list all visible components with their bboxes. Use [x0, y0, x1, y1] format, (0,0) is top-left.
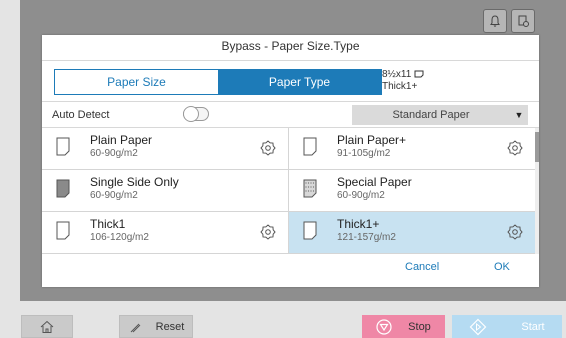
paper-type-name: Plain Paper	[90, 133, 153, 147]
plain-paper-icon	[56, 137, 70, 156]
auto-detect-toggle[interactable]	[183, 106, 209, 122]
plain-paper-icon	[56, 221, 70, 240]
divider	[42, 60, 539, 61]
stop-icon	[376, 318, 392, 335]
paper-type-name: Plain Paper+	[337, 133, 407, 147]
scrollbar-thumb[interactable]	[535, 132, 539, 162]
summary-type: Thick1+	[382, 81, 418, 92]
grid-divider	[288, 128, 289, 254]
gear-icon[interactable]	[507, 140, 523, 156]
ok-button[interactable]: OK	[494, 261, 510, 273]
top-right-toolbar	[475, 9, 565, 34]
paper-weight: 60-90g/m2	[90, 148, 138, 159]
gear-icon[interactable]	[260, 140, 276, 156]
start-button[interactable]: Start	[452, 315, 562, 338]
left-margin	[0, 0, 20, 301]
dropdown-value: Standard Paper	[392, 109, 470, 121]
tab-paper-size[interactable]: Paper Size	[55, 70, 218, 94]
tab-paper-type[interactable]: Paper Type	[218, 70, 381, 94]
paper-type-name: Single Side Only	[90, 175, 179, 189]
paper-type-dialog: Bypass - Paper Size.Type Paper Size Pape…	[42, 35, 539, 287]
paper-orientation-icon	[414, 70, 424, 78]
plain-paper-icon	[303, 221, 317, 240]
current-setting-summary: 8½x11 Thick1+	[382, 69, 424, 93]
start-label: Start	[521, 320, 545, 333]
auto-detect-label: Auto Detect	[52, 109, 110, 121]
paper-type-option[interactable]: Thick1+ 121-157g/m2	[289, 212, 535, 254]
paper-weight: 60-90g/m2	[90, 190, 138, 201]
summary-size: 8½x11	[382, 69, 412, 80]
paper-type-option[interactable]: Special Paper 60-90g/m2	[289, 170, 535, 212]
job-status-icon[interactable]	[511, 9, 535, 33]
start-icon	[470, 318, 487, 335]
stop-button[interactable]: Stop	[362, 315, 445, 338]
chevron-down-icon: ▼	[514, 110, 524, 120]
reset-button[interactable]: Reset	[119, 315, 193, 338]
eraser-icon	[130, 323, 140, 332]
cancel-button[interactable]: Cancel	[405, 261, 439, 273]
paper-weight: 106-120g/m2	[90, 232, 149, 243]
special-paper-icon	[303, 179, 317, 198]
reset-label: Reset	[155, 320, 185, 333]
paper-type-option[interactable]: Plain Paper+ 91-105g/m2	[289, 128, 535, 170]
stop-label: Stop	[408, 320, 431, 333]
paper-weight: 60-90g/m2	[337, 190, 385, 201]
notification-bell-icon[interactable]	[483, 9, 507, 33]
home-button[interactable]	[21, 315, 73, 338]
divider	[42, 101, 539, 102]
gear-icon[interactable]	[260, 224, 276, 240]
paper-type-option[interactable]: Single Side Only 60-90g/m2	[42, 170, 288, 212]
paper-category-dropdown[interactable]: Standard Paper ▼	[352, 105, 528, 125]
toggle-knob	[183, 106, 199, 122]
paper-type-name: Special Paper	[337, 175, 412, 189]
home-icon	[40, 320, 54, 333]
paper-weight: 121-157g/m2	[337, 232, 396, 243]
paper-type-name: Thick1+	[337, 217, 380, 231]
gear-icon[interactable]	[507, 224, 523, 240]
single-side-paper-icon	[56, 179, 70, 198]
paper-weight: 91-105g/m2	[337, 148, 391, 159]
tab-group: Paper Size Paper Type	[54, 69, 382, 95]
plain-paper-icon	[303, 137, 317, 156]
dialog-title: Bypass - Paper Size.Type	[221, 39, 360, 53]
paper-type-name: Thick1	[90, 217, 126, 231]
paper-type-option[interactable]: Thick1 106-120g/m2	[42, 212, 288, 254]
paper-type-option[interactable]: Plain Paper 60-90g/m2	[42, 128, 288, 170]
